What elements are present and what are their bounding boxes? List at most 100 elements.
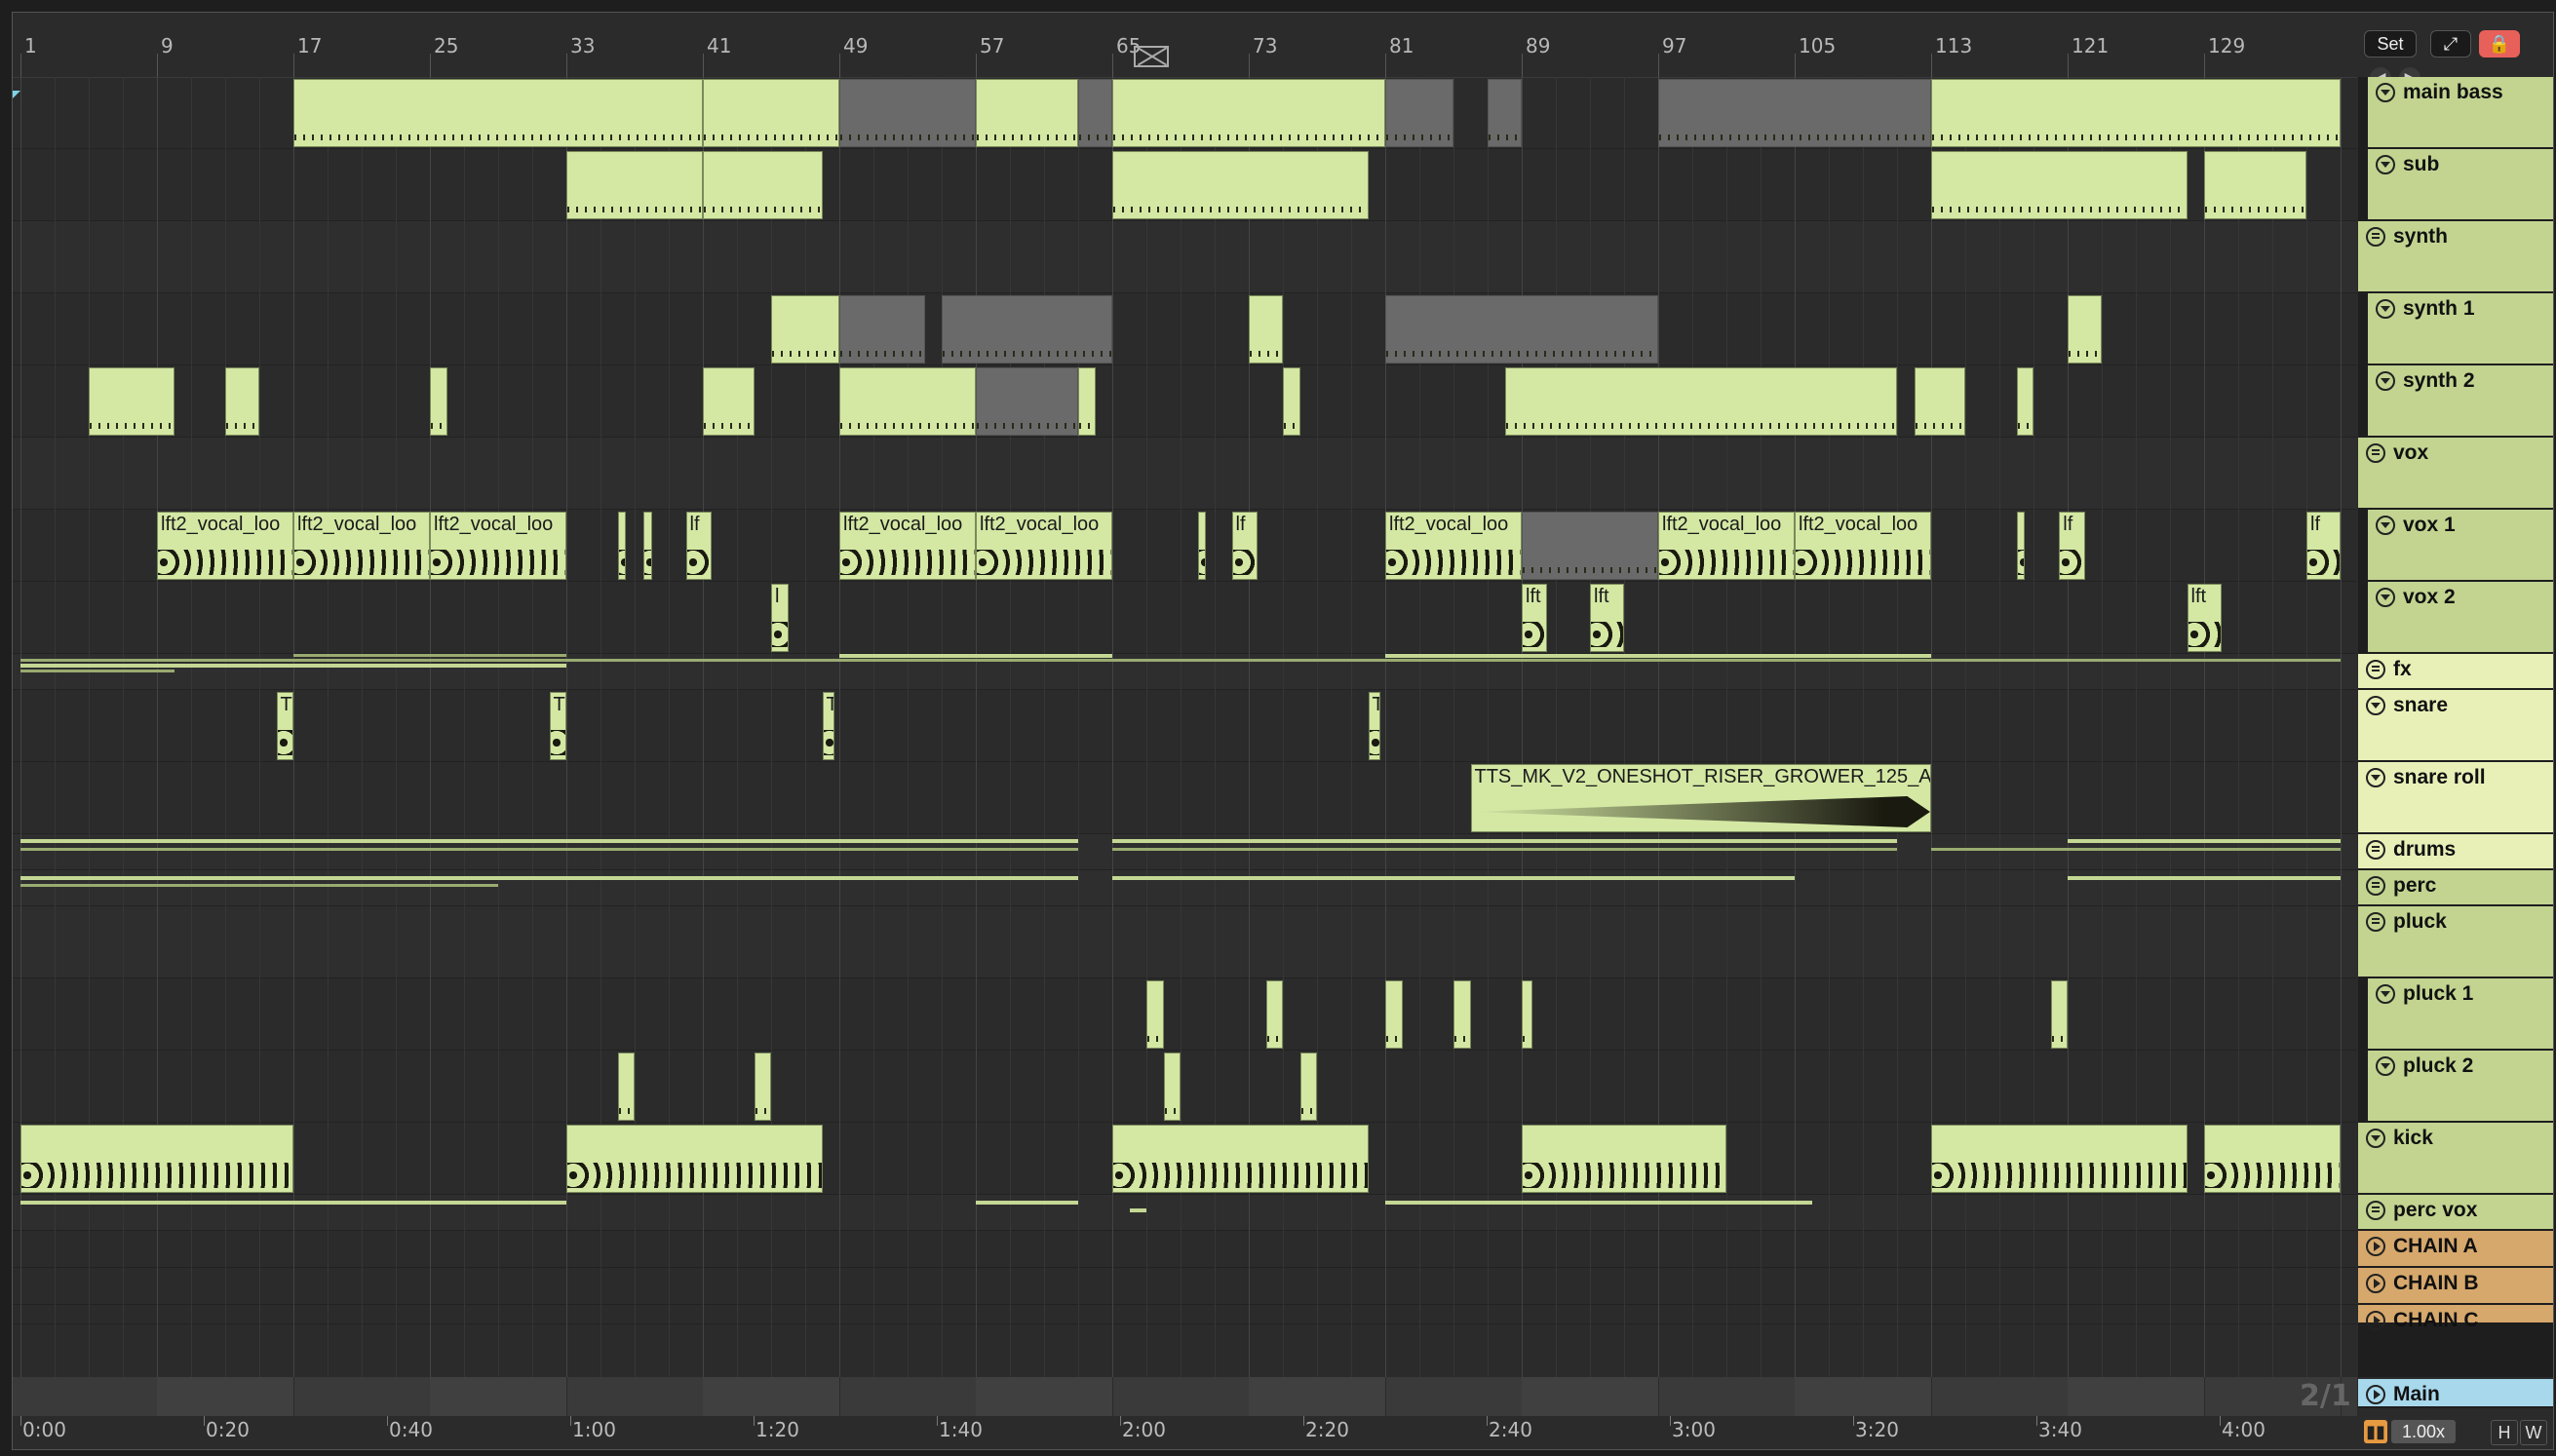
lane-snare[interactable] bbox=[13, 690, 2357, 762]
clip[interactable]: T bbox=[276, 692, 293, 760]
set-button[interactable]: Set bbox=[2364, 30, 2417, 57]
clip[interactable] bbox=[1453, 980, 1471, 1049]
automation-strip[interactable] bbox=[20, 848, 1078, 851]
fold-icon[interactable] bbox=[2376, 1056, 2395, 1076]
automation-strip[interactable] bbox=[20, 664, 566, 668]
clip[interactable] bbox=[1931, 1125, 2188, 1193]
clip[interactable] bbox=[2204, 151, 2306, 219]
clip[interactable] bbox=[839, 295, 925, 364]
clip[interactable] bbox=[1112, 151, 1369, 219]
track-header-snare-roll[interactable]: snare roll bbox=[2358, 762, 2553, 834]
lock-icon[interactable]: 🔒 bbox=[2479, 30, 2520, 57]
track-header-sub[interactable]: sub bbox=[2368, 149, 2553, 221]
track-header-drums[interactable]: drums bbox=[2358, 834, 2553, 870]
play-icon[interactable] bbox=[2366, 1274, 2385, 1293]
clip[interactable] bbox=[1299, 1053, 1317, 1121]
play-icon[interactable] bbox=[2366, 1385, 2385, 1404]
clip[interactable] bbox=[20, 1125, 293, 1193]
clip[interactable] bbox=[703, 151, 823, 219]
clip[interactable] bbox=[293, 79, 703, 147]
lane-chain-a[interactable] bbox=[13, 1231, 2357, 1268]
automation-strip[interactable] bbox=[20, 1201, 566, 1205]
clip[interactable] bbox=[617, 512, 627, 580]
clip[interactable] bbox=[1078, 79, 1112, 147]
track-header-main-bass[interactable]: main bass bbox=[2368, 77, 2553, 149]
clip[interactable] bbox=[771, 295, 839, 364]
clip[interactable]: lf bbox=[1231, 512, 1258, 580]
clip[interactable] bbox=[1522, 1125, 1726, 1193]
automation-strip[interactable] bbox=[1385, 654, 1931, 658]
track-header-perc-vox[interactable]: perc vox bbox=[2358, 1195, 2553, 1231]
fold-icon[interactable] bbox=[2376, 371, 2395, 391]
clip[interactable] bbox=[89, 367, 174, 436]
automation-strip[interactable] bbox=[20, 659, 2341, 662]
clip[interactable]: lft2_vocal_loo bbox=[976, 512, 1112, 580]
clip[interactable]: lft bbox=[2187, 584, 2222, 652]
clip[interactable]: T bbox=[822, 692, 834, 760]
clip[interactable] bbox=[566, 1125, 823, 1193]
track-header-vox-2[interactable]: vox 2 bbox=[2368, 582, 2553, 654]
clip[interactable] bbox=[1931, 151, 2188, 219]
lane-chain-b[interactable] bbox=[13, 1268, 2357, 1305]
clip[interactable] bbox=[2016, 367, 2033, 436]
automation-strip[interactable] bbox=[1385, 1201, 1812, 1205]
h-button[interactable]: H bbox=[2491, 1420, 2518, 1445]
automation-strip[interactable] bbox=[20, 839, 1078, 843]
clip[interactable] bbox=[1078, 367, 1096, 436]
clip[interactable] bbox=[703, 79, 839, 147]
lane-synth-2[interactable] bbox=[13, 365, 2357, 438]
play-icon[interactable] bbox=[2366, 1237, 2385, 1256]
track-lanes[interactable]: lft2_vocal_loo lft2_vocal_loo lft2_vocal_l… bbox=[13, 77, 2357, 1377]
track-header-vox-1[interactable]: vox 1 bbox=[2368, 510, 2553, 582]
clip[interactable] bbox=[1522, 980, 1532, 1049]
fold-icon[interactable] bbox=[2366, 1129, 2385, 1148]
clip[interactable]: lft2_vocal_loo bbox=[157, 512, 293, 580]
clip[interactable] bbox=[754, 1053, 771, 1121]
clip[interactable]: lft2_vocal_loo bbox=[1658, 512, 1795, 580]
clip[interactable]: lft2_vocal_loo bbox=[293, 512, 430, 580]
track-header-chain-b[interactable]: CHAIN B bbox=[2358, 1268, 2553, 1305]
track-header-perc[interactable]: perc bbox=[2358, 870, 2553, 906]
fold-icon[interactable] bbox=[2366, 696, 2385, 715]
track-header-pluck-2[interactable]: pluck 2 bbox=[2368, 1051, 2553, 1123]
clip[interactable] bbox=[1146, 980, 1164, 1049]
envelope-icon[interactable] bbox=[1134, 46, 1169, 67]
automation-strip[interactable] bbox=[839, 654, 1112, 658]
automation-strip[interactable] bbox=[20, 884, 498, 887]
track-header-synth[interactable]: synth bbox=[2358, 221, 2553, 293]
clip[interactable] bbox=[942, 295, 1112, 364]
clip[interactable]: lft2_vocal_loo bbox=[1385, 512, 1522, 580]
clip[interactable] bbox=[1488, 79, 1522, 147]
clip[interactable]: lft2_vocal_loo bbox=[1795, 512, 1931, 580]
waveform-icon[interactable]: ▮▮ bbox=[2364, 1420, 2387, 1443]
fold-icon[interactable] bbox=[2366, 768, 2385, 787]
clip[interactable]: lf bbox=[2059, 512, 2085, 580]
clip[interactable]: lf bbox=[685, 512, 712, 580]
w-button[interactable]: W bbox=[2520, 1420, 2547, 1445]
clip[interactable] bbox=[839, 79, 976, 147]
lane-pluck[interactable] bbox=[13, 906, 2357, 978]
clip[interactable] bbox=[1385, 980, 1403, 1049]
lane-synth-1[interactable] bbox=[13, 293, 2357, 365]
clip[interactable] bbox=[2068, 295, 2102, 364]
clip[interactable] bbox=[1522, 512, 1658, 580]
group-icon[interactable] bbox=[2366, 840, 2385, 860]
clip[interactable] bbox=[839, 367, 976, 436]
automation-strip[interactable] bbox=[1931, 848, 2341, 851]
clip[interactable]: TTS_MK_V2_ONESHOT_RISER_GROWER_125_AM bbox=[1470, 764, 1931, 832]
clip[interactable]: lft bbox=[1522, 584, 1548, 652]
group-icon[interactable] bbox=[2366, 912, 2385, 932]
clip[interactable] bbox=[1249, 295, 1283, 364]
group-icon[interactable] bbox=[2366, 227, 2385, 247]
zoom-value[interactable]: 1.00x bbox=[2391, 1420, 2456, 1443]
fold-icon[interactable] bbox=[2376, 588, 2395, 607]
track-header-main[interactable]: Main bbox=[2358, 1379, 2553, 1408]
clip[interactable] bbox=[642, 512, 652, 580]
clip[interactable] bbox=[1112, 79, 1385, 147]
clip[interactable] bbox=[976, 79, 1078, 147]
lane-vox-2[interactable] bbox=[13, 582, 2357, 654]
clip[interactable] bbox=[1931, 79, 2341, 147]
track-header-pluck-1[interactable]: pluck 1 bbox=[2368, 978, 2553, 1051]
clip[interactable] bbox=[1914, 367, 1965, 436]
lane-vox[interactable] bbox=[13, 438, 2357, 510]
